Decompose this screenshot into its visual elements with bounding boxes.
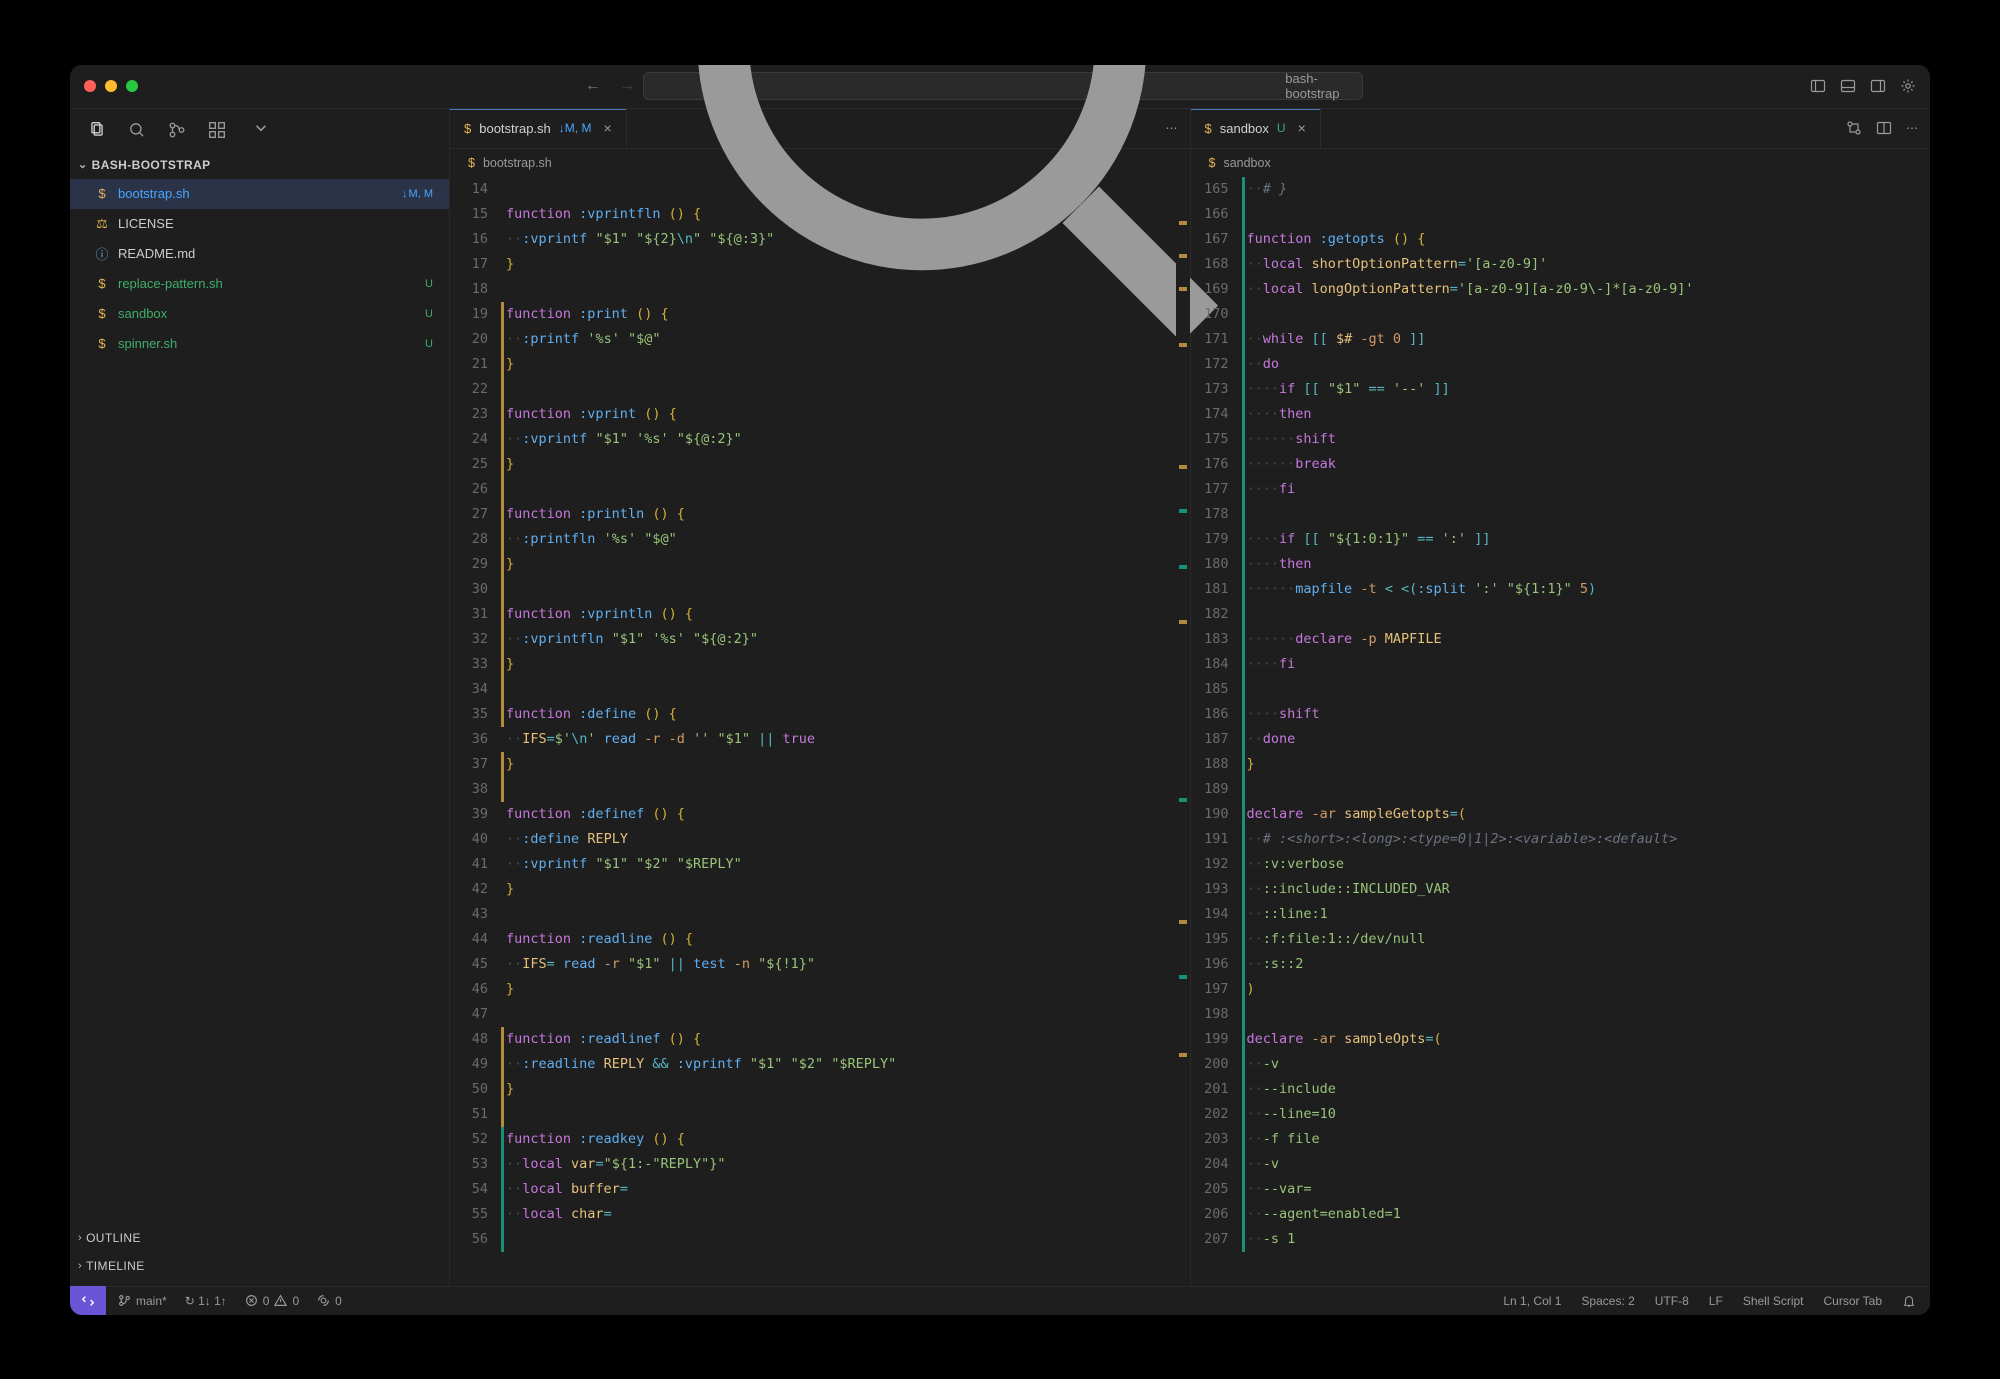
encoding[interactable]: UTF-8 xyxy=(1655,1294,1689,1308)
titlebar: ← → bash-bootstrap xyxy=(70,65,1930,109)
panel-bottom-icon[interactable] xyxy=(1840,78,1856,94)
file-name: LICENSE xyxy=(118,216,174,231)
git-badge: U xyxy=(425,308,437,320)
git-badge: U xyxy=(425,338,437,350)
status-bar: main* ↻ 1↓ 1↑ 0 0 0 Ln 1, Col 1 Spaces: … xyxy=(70,1286,1930,1315)
file-name: sandbox xyxy=(118,306,167,321)
editor-pane-left: $ bootstrap.sh ↓M, M × ⋯ $ bootstrap.sh xyxy=(450,109,1191,1286)
git-badge: U xyxy=(425,278,437,290)
shell-file-icon: $ xyxy=(94,276,110,291)
code-area-left[interactable]: 1415161718192021222324252627282930313233… xyxy=(450,177,1190,1286)
close-tab-icon[interactable]: × xyxy=(603,120,611,136)
tab-label: bootstrap.sh xyxy=(479,121,551,136)
tabs-right: $ sandbox U × ⋯ xyxy=(1191,109,1931,149)
problems-status[interactable]: 0 0 xyxy=(245,1294,299,1308)
code-left[interactable]: function :vprintfln () {··:vprintf "$1" … xyxy=(506,177,1176,1286)
file-row[interactable]: $ sandbox U xyxy=(70,299,449,329)
ports-status[interactable]: 0 xyxy=(317,1294,342,1308)
shell-file-icon: $ xyxy=(94,336,110,351)
close-window[interactable] xyxy=(84,80,96,92)
more-actions-icon[interactable]: ⋯ xyxy=(1906,121,1918,135)
file-name: README.md xyxy=(118,246,195,261)
editor-window: ← → bash-bootstrap ⌄ BASH-BO xyxy=(70,65,1930,1315)
traffic-lights xyxy=(84,80,138,92)
caret-right-icon: › xyxy=(78,1232,82,1244)
branch-status[interactable]: main* xyxy=(118,1294,167,1308)
tab-git-badge: ↓M, M xyxy=(559,121,592,135)
file-name: bootstrap.sh xyxy=(118,186,190,201)
sync-status[interactable]: ↻ 1↓ 1↑ xyxy=(185,1294,227,1308)
explorer-sidebar: ⌄ BASH-BOOTSTRAP $ bootstrap.sh M, M ⚖ LICEN… xyxy=(70,109,450,1286)
indent-setting[interactable]: Spaces: 2 xyxy=(1581,1294,1634,1308)
explorer-icon[interactable] xyxy=(88,121,106,139)
breadcrumb-right[interactable]: $ sandbox xyxy=(1191,149,1931,177)
tab-bootstrap[interactable]: $ bootstrap.sh ↓M, M × xyxy=(450,109,627,148)
nav-back-icon[interactable]: ← xyxy=(585,77,601,95)
breadcrumb-label: bootstrap.sh xyxy=(483,156,552,170)
project-title: BASH-BOOTSTRAP xyxy=(92,158,211,172)
license-icon: ⚖ xyxy=(94,216,110,232)
tab-label: sandbox xyxy=(1220,121,1269,136)
shell-file-icon: $ xyxy=(94,306,110,321)
search-panel-icon[interactable] xyxy=(128,121,146,139)
compare-changes-icon[interactable] xyxy=(1846,120,1862,136)
explorer-tabs xyxy=(70,109,449,151)
file-row[interactable]: ⓘ README.md xyxy=(70,239,449,269)
editor-pane-right: $ sandbox U × ⋯ $ sandbox xyxy=(1191,109,1931,1286)
language-mode[interactable]: Shell Script xyxy=(1743,1294,1804,1308)
file-row[interactable]: $ bootstrap.sh M, M xyxy=(70,179,449,209)
tab-git-badge: U xyxy=(1277,121,1286,135)
file-row[interactable]: $ replace-pattern.sh U xyxy=(70,269,449,299)
panel-left-icon[interactable] xyxy=(1810,78,1826,94)
cursor-tab[interactable]: Cursor Tab xyxy=(1824,1294,1882,1308)
scm-icon[interactable] xyxy=(168,121,186,139)
minimize-window[interactable] xyxy=(105,80,117,92)
main-region: ⌄ BASH-BOOTSTRAP $ bootstrap.sh M, M ⚖ LICEN… xyxy=(70,109,1930,1286)
shell-file-icon: $ xyxy=(468,156,475,170)
gutter-right: 1651661671681691701711721731741751761771… xyxy=(1191,177,1247,1286)
zoom-window[interactable] xyxy=(126,80,138,92)
command-center[interactable]: bash-bootstrap xyxy=(643,72,1363,100)
file-row[interactable]: $ spinner.sh U xyxy=(70,329,449,359)
project-header[interactable]: ⌄ BASH-BOOTSTRAP xyxy=(70,151,449,179)
bell-icon[interactable] xyxy=(1902,1294,1916,1308)
outline-section[interactable]: › OUTLINE xyxy=(70,1224,449,1252)
eol[interactable]: LF xyxy=(1709,1294,1723,1308)
command-center-text: bash-bootstrap xyxy=(1285,71,1362,101)
split-editor-icon[interactable] xyxy=(1876,120,1892,136)
editor-group: $ bootstrap.sh ↓M, M × ⋯ $ bootstrap.sh xyxy=(450,109,1930,1286)
close-tab-icon[interactable]: × xyxy=(1298,120,1306,136)
code-area-right[interactable]: 1651661671681691701711721731741751761771… xyxy=(1191,177,1931,1286)
cursor-position[interactable]: Ln 1, Col 1 xyxy=(1503,1294,1561,1308)
extensions-icon[interactable] xyxy=(208,121,226,139)
nav-forward-icon[interactable]: → xyxy=(619,77,635,95)
shell-file-icon: $ xyxy=(464,121,471,136)
timeline-section[interactable]: › TIMELINE xyxy=(70,1252,449,1280)
remote-indicator[interactable] xyxy=(70,1286,106,1315)
overview-ruler-left[interactable] xyxy=(1176,177,1190,1286)
shell-file-icon: $ xyxy=(94,186,110,201)
overflow-chevron-icon[interactable] xyxy=(252,119,270,140)
customize-layout-icon[interactable] xyxy=(1900,78,1916,94)
file-name: replace-pattern.sh xyxy=(118,276,223,291)
gutter-left: 1415161718192021222324252627282930313233… xyxy=(450,177,506,1286)
file-list: $ bootstrap.sh M, M ⚖ LICENSE ⓘ README.md $ repl… xyxy=(70,179,449,1224)
tab-sandbox[interactable]: $ sandbox U × xyxy=(1191,109,1321,148)
file-name: spinner.sh xyxy=(118,336,177,351)
info-icon: ⓘ xyxy=(94,244,110,263)
code-right[interactable]: ··# }function :getopts () {··local short… xyxy=(1247,177,1917,1286)
caret-right-icon: › xyxy=(78,1260,82,1272)
git-badge: M, M xyxy=(402,188,437,200)
panel-right-icon[interactable] xyxy=(1870,78,1886,94)
shell-file-icon: $ xyxy=(1205,121,1212,136)
caret-down-icon: ⌄ xyxy=(78,158,88,171)
file-row[interactable]: ⚖ LICENSE xyxy=(70,209,449,239)
overview-ruler-right[interactable] xyxy=(1916,177,1930,1286)
